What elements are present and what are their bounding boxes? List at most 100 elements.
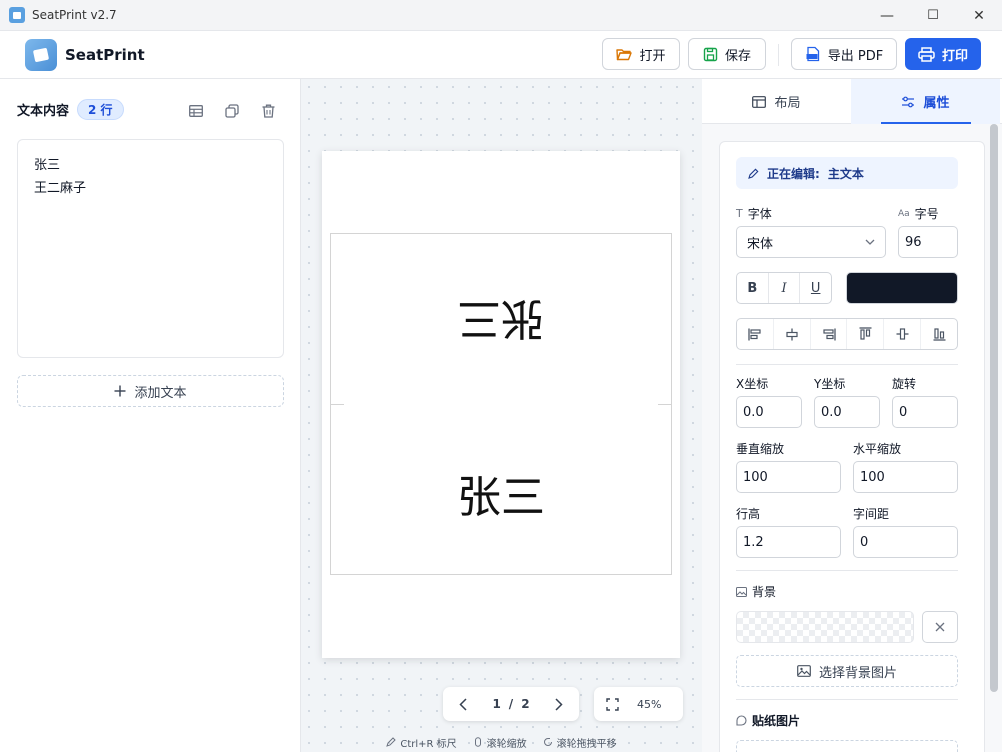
open-label: 打开 <box>639 48 666 64</box>
zoom-level[interactable]: 45% <box>637 698 661 711</box>
brand-name: SeatPrint <box>65 46 145 64</box>
rotate-icon <box>543 737 553 747</box>
align-middle-v-icon[interactable] <box>884 319 922 349</box>
align-top-icon[interactable] <box>847 319 885 349</box>
choose-background-label: 选择背景图片 <box>818 665 897 681</box>
rotate-input[interactable]: 0 <box>892 396 958 428</box>
font-field-label: T 字体 <box>736 205 772 222</box>
save-icon <box>703 47 718 62</box>
background-preview[interactable] <box>736 611 914 643</box>
font-select[interactable]: 宋体 <box>736 226 886 258</box>
prev-page-icon[interactable] <box>459 697 467 711</box>
text-content-panel: 文本内容 2 行 张三 王二麻子 添加文本 <box>0 79 301 752</box>
hscale-label: 水平缩放 <box>853 442 902 456</box>
app-toolbar: SeatPrint 打开 保存 导出 PDF 打印 <box>0 31 1002 79</box>
fold-mark-left <box>330 404 344 405</box>
page-navigator: 1 / 2 <box>443 687 579 721</box>
editing-banner: 正在编辑: 主文本 <box>736 157 958 189</box>
canvas-hints: Ctrl+R 标尺 滚轮缩放 滚轮拖拽平移 <box>301 732 702 752</box>
tab-properties[interactable]: 属性 <box>851 79 1000 124</box>
app-icon <box>9 7 25 23</box>
underline-button[interactable]: U <box>800 273 831 303</box>
zoom-control: 45% <box>594 687 683 721</box>
font-size-input[interactable]: 96 <box>898 226 958 258</box>
page-total: 2 <box>521 697 530 711</box>
mouse-icon <box>473 737 483 747</box>
vscale-input[interactable]: 100 <box>736 461 841 493</box>
font-size-icon: Aa <box>898 208 910 219</box>
canvas-area[interactable]: 张三 张三 1 / 2 45% <box>301 79 702 752</box>
open-button[interactable]: 打开 <box>602 38 680 70</box>
export-pdf-label: 导出 PDF <box>827 48 884 64</box>
folder-open-icon <box>616 47 633 61</box>
trash-icon[interactable] <box>259 103 277 119</box>
window-title: SeatPrint v2.7 <box>32 8 117 22</box>
save-button[interactable]: 保存 <box>688 38 766 70</box>
text-content-textarea[interactable]: 张三 王二麻子 <box>17 139 284 358</box>
plus-icon <box>114 385 126 397</box>
x-label: X坐标 <box>736 377 769 391</box>
page-separator: / <box>508 697 514 711</box>
section-divider <box>736 699 958 700</box>
page-current: 1 <box>492 697 501 711</box>
seat-text-main[interactable]: 张三 <box>322 461 680 525</box>
size-label-text: 字号 <box>914 207 939 221</box>
hscale-input[interactable]: 100 <box>853 461 958 493</box>
layout-icon <box>752 95 767 108</box>
export-pdf-button[interactable]: 导出 PDF <box>791 38 897 70</box>
text-style-group: B I U <box>736 272 832 304</box>
maximize-button[interactable]: ☐ <box>910 0 956 31</box>
bold-button[interactable]: B <box>737 273 769 303</box>
properties-card: 正在编辑: 主文本 T 字体 宋体 Aa 字号 96 B I U X坐标 0.0… <box>719 141 985 752</box>
add-sticker-button[interactable] <box>736 740 958 752</box>
text-color-swatch[interactable] <box>846 272 958 304</box>
clear-background-button[interactable] <box>922 611 958 643</box>
close-button[interactable]: ✕ <box>956 0 1002 31</box>
close-x-icon <box>935 622 945 632</box>
printer-icon <box>918 46 935 62</box>
picture-icon <box>797 665 811 677</box>
panel-tabs: 布局 属性 <box>702 79 1002 124</box>
size-field-label: Aa 字号 <box>898 205 939 222</box>
add-text-button[interactable]: 添加文本 <box>17 375 284 407</box>
align-right-icon[interactable] <box>811 319 848 349</box>
spacing-label: 字间距 <box>853 507 890 521</box>
print-label: 打印 <box>941 48 968 64</box>
ruler-hint: Ctrl+R 标尺 <box>400 738 457 750</box>
choose-background-button[interactable]: 选择背景图片 <box>736 655 958 687</box>
lineheight-input[interactable]: 1.2 <box>736 526 841 558</box>
tab-layout[interactable]: 布局 <box>702 79 851 124</box>
type-icon: T <box>736 207 743 220</box>
sliders-icon <box>901 96 915 108</box>
section-divider <box>736 570 958 571</box>
wheel-zoom-hint: 滚轮缩放 <box>486 738 527 750</box>
pdf-file-icon <box>805 46 821 62</box>
spacing-input[interactable]: 0 <box>853 526 958 558</box>
italic-button[interactable]: I <box>769 273 801 303</box>
minimize-button[interactable]: — <box>864 0 910 31</box>
copy-icon[interactable] <box>223 103 241 119</box>
x-input[interactable]: 0.0 <box>736 396 802 428</box>
edit-pencil-icon <box>748 168 759 179</box>
line-count-badge: 2 行 <box>77 99 124 120</box>
table-import-icon[interactable] <box>187 103 205 119</box>
window-titlebar: SeatPrint v2.7 — ☐ ✕ <box>0 0 1002 31</box>
align-bottom-icon[interactable] <box>921 319 957 349</box>
save-label: 保存 <box>724 48 751 64</box>
paper-page[interactable]: 张三 张三 <box>322 151 680 658</box>
add-text-label: 添加文本 <box>134 385 187 401</box>
background-label: 背景 <box>752 585 777 599</box>
brand: SeatPrint <box>25 39 145 71</box>
image-icon <box>736 586 747 597</box>
next-page-icon[interactable] <box>555 697 563 711</box>
properties-scrollbar[interactable] <box>990 124 998 692</box>
print-button[interactable]: 打印 <box>905 38 981 70</box>
editing-target: 主文本 <box>827 166 864 181</box>
tab-layout-label: 布局 <box>774 96 801 111</box>
y-input[interactable]: 0.0 <box>814 396 880 428</box>
fit-screen-icon[interactable] <box>606 697 619 711</box>
align-center-h-icon[interactable] <box>774 319 811 349</box>
seat-text-flipped[interactable]: 张三 <box>322 291 680 355</box>
align-left-icon[interactable] <box>737 319 774 349</box>
font-label-text: 字体 <box>747 207 772 221</box>
